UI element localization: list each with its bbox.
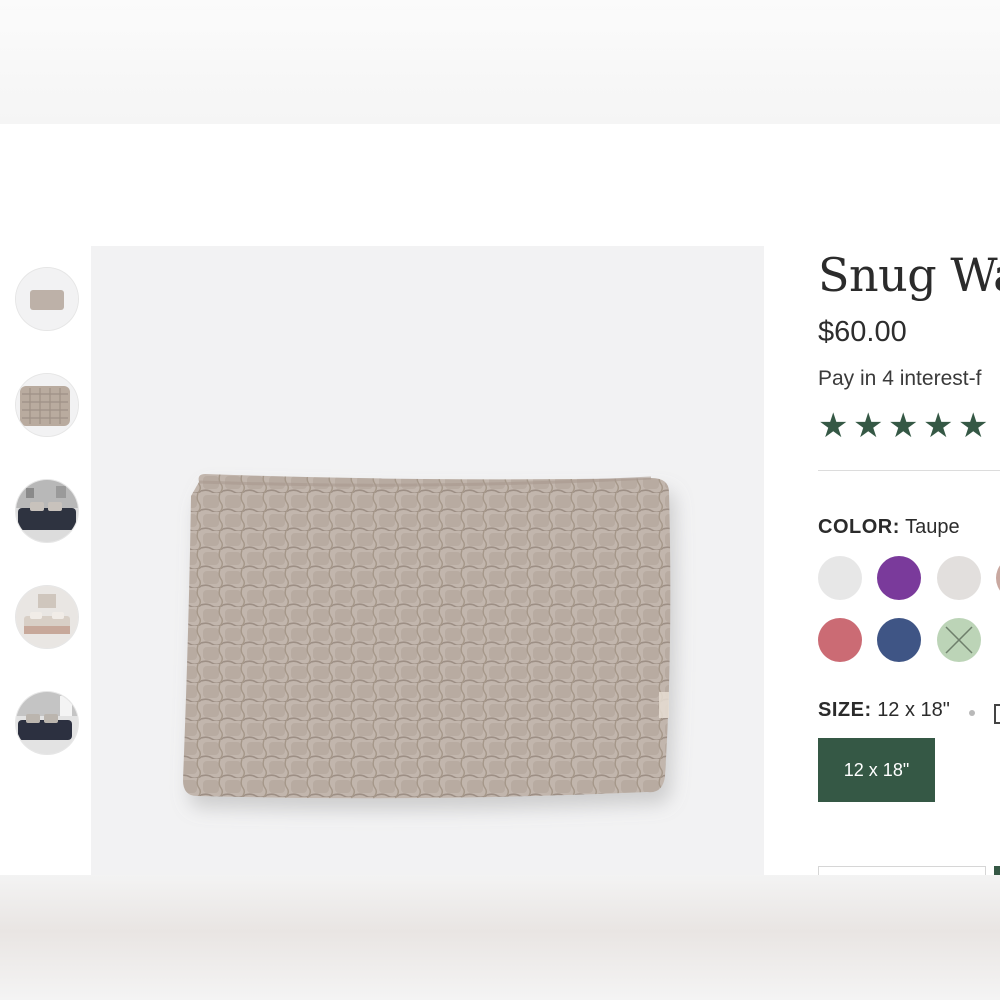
- size-guide-icon[interactable]: [994, 704, 1000, 724]
- thumbnail-pillow-front[interactable]: [16, 268, 78, 330]
- bottom-fade: [0, 875, 1000, 1000]
- swatch-navy[interactable]: [877, 618, 921, 662]
- product-info-panel: Snug Wa $60.00 Pay in 4 interest-f ★ ★ ★ ★ ★…: [818, 246, 1000, 886]
- star-icon: ★: [958, 407, 989, 445]
- sold-out-cross-icon: [945, 626, 973, 654]
- color-selector-label: COLOR: Taupe: [818, 516, 960, 539]
- separator-dot: [969, 710, 975, 716]
- swatch-sage-sold-out[interactable]: [937, 618, 981, 662]
- swatch-light-taupe[interactable]: [937, 556, 981, 600]
- star-icon: ★: [888, 407, 919, 445]
- swatch-light-gray[interactable]: [818, 556, 862, 600]
- star-icon: ★: [923, 407, 954, 445]
- size-selector-label: SIZE: 12 x 18": [818, 699, 950, 722]
- thumbnail-bedroom-dark[interactable]: [16, 480, 78, 542]
- main-product-image[interactable]: [91, 246, 764, 876]
- swatch-purple[interactable]: [877, 556, 921, 600]
- size-label: SIZE:: [818, 699, 872, 721]
- star-icon: ★: [818, 407, 849, 445]
- star-rating[interactable]: ★ ★ ★ ★ ★: [818, 409, 993, 443]
- thumbnail-pillow-closeup[interactable]: [16, 374, 78, 436]
- product-price: $60.00: [818, 316, 907, 348]
- thumbnail-bedroom-dark-2[interactable]: [16, 692, 78, 754]
- swatch-rose[interactable]: [818, 618, 862, 662]
- color-value: Taupe: [905, 516, 960, 538]
- star-icon: ★: [853, 407, 884, 445]
- installment-info[interactable]: Pay in 4 interest-f: [818, 367, 981, 391]
- pillow-illustration: [183, 474, 671, 799]
- size-value: 12 x 18": [877, 699, 950, 721]
- color-label: COLOR:: [818, 516, 900, 538]
- thumbnail-bedroom-light[interactable]: [16, 586, 78, 648]
- top-fade: [0, 0, 1000, 124]
- size-option-12x18[interactable]: 12 x 18": [818, 738, 935, 802]
- divider: [818, 470, 1000, 471]
- swatch-blush-partial[interactable]: [996, 556, 1000, 600]
- product-title: Snug Wa: [818, 248, 1000, 302]
